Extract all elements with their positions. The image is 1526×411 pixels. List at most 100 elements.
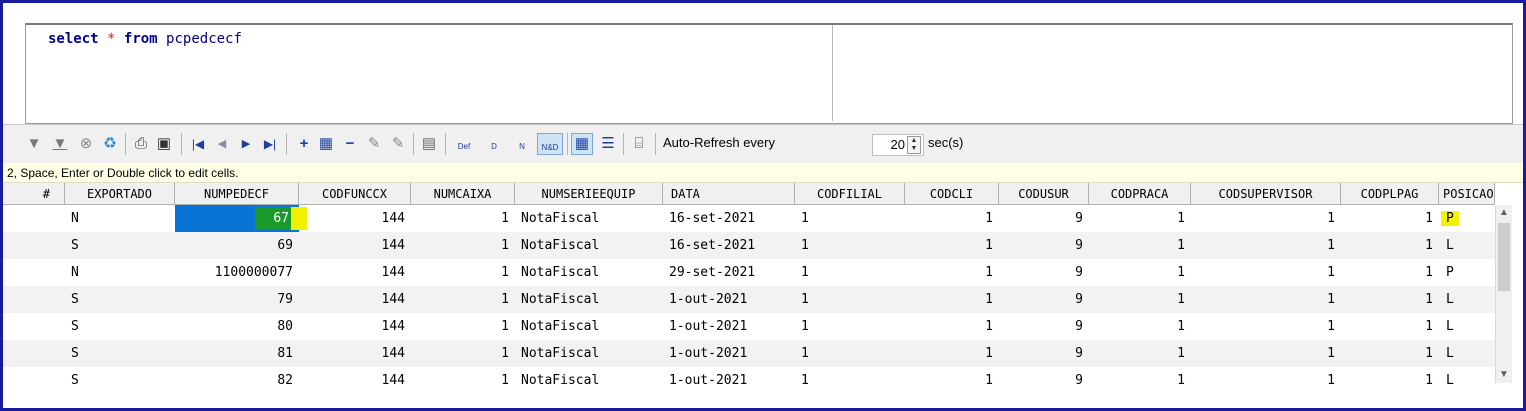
tree-view-icon[interactable]: ☰ (597, 133, 619, 155)
table-row[interactable]: S 69 144 1 NotaFiscal 16-set-2021 1 1 9 … (3, 232, 1495, 259)
cell-codusur[interactable]: 9 (999, 232, 1089, 259)
cell-codfilial[interactable]: 1 (795, 340, 905, 367)
cell-numpedecf[interactable]: 79 (175, 286, 299, 313)
cell-codplpag[interactable]: 1 (1341, 259, 1439, 286)
cell-codcli[interactable]: 1 (905, 367, 999, 394)
cell-numserieequip[interactable]: NotaFiscal (515, 205, 663, 232)
cell-codusur[interactable]: 9 (999, 286, 1089, 313)
cell-codsupervisor[interactable]: 1 (1191, 286, 1341, 313)
print-icon[interactable]: ⎙ (130, 133, 152, 155)
cell-posicao[interactable]: P (1439, 205, 1495, 232)
cell-exportado[interactable]: N (65, 259, 175, 286)
cell-codfilial[interactable]: 1 (795, 367, 905, 394)
cell-numserieequip[interactable]: NotaFiscal (515, 259, 663, 286)
cell-data[interactable]: 1-out-2021 (663, 367, 795, 394)
cell-numpedecf[interactable]: 82 (175, 367, 299, 394)
n-icon[interactable]: N (509, 133, 535, 155)
cell-numcaixa[interactable]: 1 (411, 367, 515, 394)
cell-codpraca[interactable]: 1 (1089, 313, 1191, 340)
cell-codsupervisor[interactable]: 1 (1191, 259, 1341, 286)
col-header-exportado[interactable]: EXPORTADO (65, 183, 175, 205)
cell-codusur[interactable]: 9 (999, 367, 1089, 394)
cell-numserieequip[interactable]: NotaFiscal (515, 367, 663, 394)
prev-record-icon[interactable]: ◀ (211, 133, 233, 155)
vertical-scrollbar[interactable]: ▲ ▼ (1495, 205, 1512, 383)
cell-codplpag[interactable]: 1 (1341, 367, 1439, 394)
col-header-codplpag[interactable]: CODPLPAG (1341, 183, 1439, 205)
cell-codfilial[interactable]: 1 (795, 286, 905, 313)
cell-exportado[interactable]: S (65, 367, 175, 394)
cell-codplpag[interactable]: 1 (1341, 313, 1439, 340)
cell-codfunccx[interactable]: 144 (299, 286, 411, 313)
cell-numserieequip[interactable]: NotaFiscal (515, 313, 663, 340)
cell-exportado[interactable]: S (65, 232, 175, 259)
cell-data[interactable]: 1-out-2021 (663, 340, 795, 367)
cell-codpraca[interactable]: 1 (1089, 286, 1191, 313)
cell-codpraca[interactable]: 1 (1089, 205, 1191, 232)
cell-exportado[interactable]: S (65, 286, 175, 313)
cell-posicao[interactable]: L (1439, 367, 1495, 394)
cell-numcaixa[interactable]: 1 (411, 205, 515, 232)
cell-numserieequip[interactable]: NotaFiscal (515, 232, 663, 259)
cell-codfunccx[interactable]: 144 (299, 259, 411, 286)
table-row[interactable]: S 80 144 1 NotaFiscal 1-out-2021 1 1 9 1… (3, 313, 1495, 340)
spinner-arrows-icon[interactable]: ▲ ▼ (907, 136, 921, 154)
save-icon[interactable]: ▣ (153, 133, 175, 155)
cell-codsupervisor[interactable]: 1 (1191, 313, 1341, 340)
sql-editor-pane[interactable]: select * from pcpedcecf (26, 25, 833, 121)
cell-numpedecf-selected[interactable]: 67 (175, 205, 299, 232)
cell-numpedecf[interactable]: 69 (175, 232, 299, 259)
col-header-codpraca[interactable]: CODPRACA (1089, 183, 1191, 205)
cell-codcli[interactable]: 1 (905, 232, 999, 259)
cell-numcaixa[interactable]: 1 (411, 286, 515, 313)
col-header-codsupervisor[interactable]: CODSUPERVISOR (1191, 183, 1341, 205)
cell-codplpag[interactable]: 1 (1341, 286, 1439, 313)
grid-view-icon[interactable]: ▦ (571, 133, 593, 155)
cell-codfunccx[interactable]: 144 (299, 340, 411, 367)
col-header-numserieequip[interactable]: NUMSERIEEQUIP (515, 183, 663, 205)
cell-codplpag[interactable]: 1 (1341, 205, 1439, 232)
auto-refresh-interval-spinner[interactable]: 20 ▲ ▼ (872, 134, 924, 156)
cell-posicao[interactable]: L (1439, 286, 1495, 313)
table-row[interactable]: N 67 144 1 NotaFiscal 16-set-2021 1 1 9 … (3, 205, 1495, 232)
col-header-numpedecf[interactable]: NUMPEDECF (175, 183, 299, 205)
cell-posicao[interactable]: L (1439, 232, 1495, 259)
cell-codfilial[interactable]: 1 (795, 205, 905, 232)
cell-numserieequip[interactable]: NotaFiscal (515, 340, 663, 367)
cell-exportado[interactable]: S (65, 313, 175, 340)
cell-posicao[interactable]: L (1439, 313, 1495, 340)
cell-codsupervisor[interactable]: 1 (1191, 232, 1341, 259)
cell-data[interactable]: 1-out-2021 (663, 286, 795, 313)
cell-codplpag[interactable]: 1 (1341, 232, 1439, 259)
last-record-icon[interactable]: ▶| (259, 133, 281, 155)
scroll-down-icon[interactable]: ▼ (1496, 367, 1512, 383)
cancel-icon[interactable]: ⊗ (75, 133, 97, 155)
cell-posicao[interactable]: P (1439, 259, 1495, 286)
cell-codusur[interactable]: 9 (999, 340, 1089, 367)
cancel-edit-icon[interactable]: ✎ (387, 133, 409, 155)
col-header-numcaixa[interactable]: NUMCAIXA (411, 183, 515, 205)
col-header-codcli[interactable]: CODCLI (905, 183, 999, 205)
table-row[interactable]: S 82 144 1 NotaFiscal 1-out-2021 1 1 9 1… (3, 367, 1495, 394)
table-row[interactable]: S 81 144 1 NotaFiscal 1-out-2021 1 1 9 1… (3, 340, 1495, 367)
cell-codfilial[interactable]: 1 (795, 259, 905, 286)
refresh-icon[interactable]: ♻ (99, 133, 121, 155)
table-row[interactable]: N 1100000077 144 1 NotaFiscal 29-set-202… (3, 259, 1495, 286)
scrollbar-thumb[interactable] (1498, 223, 1510, 291)
result-grid[interactable]: # EXPORTADO NUMPEDECF CODFUNCCX NUMCAIXA… (3, 183, 1495, 408)
cell-codfilial[interactable]: 1 (795, 232, 905, 259)
sql-editor[interactable]: select * from pcpedcecf (25, 23, 1513, 124)
cell-codcli[interactable]: 1 (905, 259, 999, 286)
scroll-up-icon[interactable]: ▲ (1496, 205, 1512, 221)
filter-icon[interactable]: ▼ (23, 133, 45, 155)
cell-codusur[interactable]: 9 (999, 259, 1089, 286)
cell-data[interactable]: 16-set-2021 (663, 205, 795, 232)
cell-posicao[interactable]: L (1439, 340, 1495, 367)
cell-codpraca[interactable]: 1 (1089, 259, 1191, 286)
nd-icon[interactable]: N&D (537, 133, 563, 155)
cell-codpraca[interactable]: 1 (1089, 340, 1191, 367)
cell-codfunccx[interactable]: 144 (299, 313, 411, 340)
col-header-codfilial[interactable]: CODFILIAL (795, 183, 905, 205)
next-record-icon[interactable]: ▶ (235, 133, 257, 155)
cell-codfilial[interactable]: 1 (795, 313, 905, 340)
